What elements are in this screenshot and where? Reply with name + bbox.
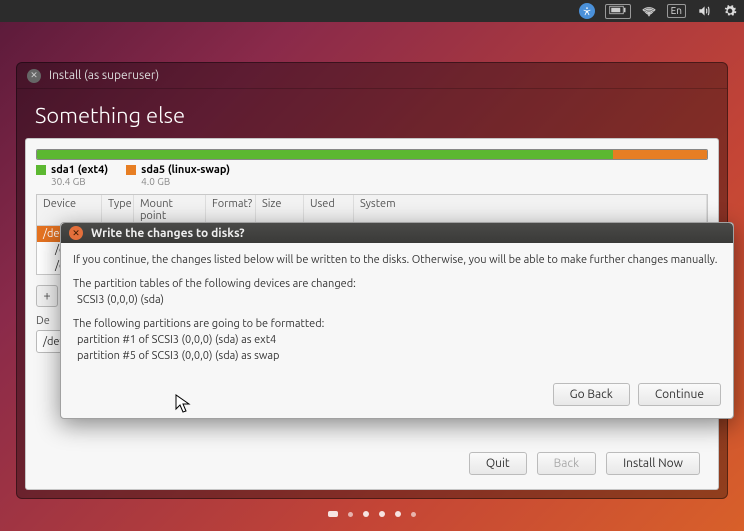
col-mount[interactable]: Mount point [134, 195, 206, 225]
dot [379, 511, 385, 517]
page-title: Something else [17, 89, 727, 138]
nav-buttons: Quit Back Install Now [469, 452, 700, 475]
disk-usage-bar [36, 149, 708, 160]
dot [395, 511, 401, 517]
legend-size: 30.4 GB [51, 176, 86, 187]
window-close-icon[interactable]: ✕ [27, 69, 41, 83]
dialog-format-item: partition #5 of SCSI3 (0,0,0) (sda) as s… [77, 350, 279, 362]
dot [348, 512, 353, 517]
dot [363, 511, 369, 517]
col-system[interactable]: System [354, 195, 707, 225]
col-type[interactable]: Type [102, 195, 134, 225]
dot [328, 511, 338, 517]
legend-label: sda1 (ext4) [51, 164, 108, 176]
confirm-dialog: ✕ Write the changes to disks? If you con… [60, 222, 734, 419]
add-partition-button[interactable]: + [36, 285, 58, 307]
dialog-titlebar: ✕ Write the changes to disks? [61, 223, 733, 243]
disk-legend: sda1 (ext4) 30.4 GB sda5 (linux-swap) 4.… [36, 164, 708, 188]
accessibility-icon[interactable] [579, 3, 595, 19]
disk-segment-sda1 [37, 150, 613, 159]
volume-icon[interactable] [696, 3, 712, 19]
settings-gear-icon[interactable] [722, 3, 738, 19]
col-used[interactable]: Used [304, 195, 354, 225]
dialog-title: Write the changes to disks? [91, 227, 245, 240]
network-icon[interactable] [641, 3, 657, 19]
continue-button[interactable]: Continue [638, 383, 721, 406]
dialog-close-icon[interactable]: ✕ [69, 226, 83, 240]
dialog-warning-text: If you continue, the changes listed belo… [73, 253, 721, 269]
battery-icon[interactable] [605, 4, 631, 19]
legend-swatch-orange [126, 165, 136, 175]
legend-label: sda5 (linux-swap) [141, 164, 230, 176]
system-menubar: En [0, 0, 744, 22]
go-back-button[interactable]: Go Back [553, 383, 630, 406]
legend-swatch-green [36, 165, 46, 175]
legend-item-sda1: sda1 (ext4) 30.4 GB [36, 164, 108, 188]
quit-button[interactable]: Quit [469, 452, 527, 475]
mouse-cursor-icon [175, 394, 191, 418]
install-now-button[interactable]: Install Now [606, 452, 700, 475]
legend-size: 4.0 GB [141, 176, 170, 187]
dialog-body: If you continue, the changes listed belo… [61, 243, 733, 383]
dialog-devices-heading: The partition tables of the following de… [73, 278, 356, 290]
progress-dots [0, 507, 744, 521]
window-title: Install (as superuser) [49, 69, 159, 82]
keyboard-layout-indicator[interactable]: En [667, 4, 686, 18]
dialog-buttons: Go Back Continue [61, 383, 733, 418]
legend-item-sda5: sda5 (linux-swap) 4.0 GB [126, 164, 230, 188]
col-size[interactable]: Size [256, 195, 304, 225]
disk-segment-sda5 [613, 150, 707, 159]
dialog-format-heading: The following partitions are going to be… [73, 318, 324, 330]
dialog-device-item: SCSI3 (0,0,0) (sda) [77, 294, 164, 306]
back-button[interactable]: Back [537, 452, 596, 475]
col-format[interactable]: Format? [206, 195, 256, 225]
dot [411, 512, 416, 517]
window-titlebar: ✕ Install (as superuser) [17, 63, 727, 89]
col-device[interactable]: Device [37, 195, 102, 225]
dialog-format-item: partition #1 of SCSI3 (0,0,0) (sda) as e… [77, 334, 276, 346]
